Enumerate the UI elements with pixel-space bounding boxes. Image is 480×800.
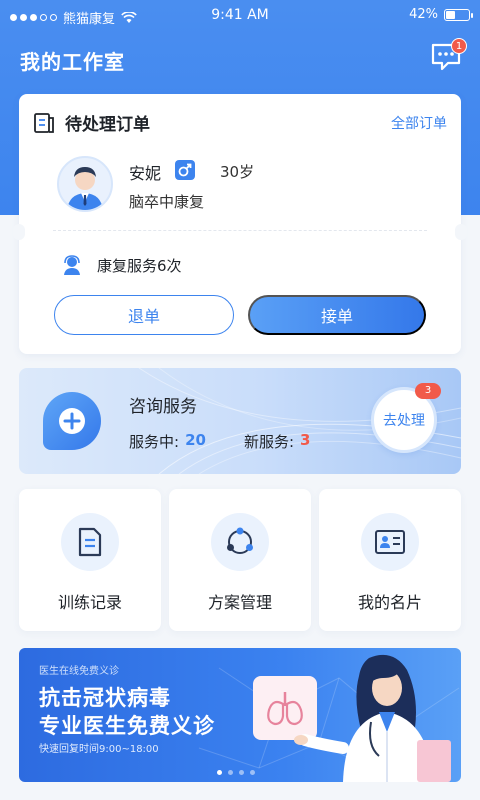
tile-label: 训练记录 [57,593,122,612]
in-service-label: 服务中: [129,433,180,451]
status-bar: 熊猫康复 9:41 AM 42% [0,0,480,34]
new-service-count: 3 [300,431,311,449]
service-agent-icon [64,255,80,275]
pager-dot[interactable] [239,770,244,775]
order-card-title: 待处理订单 [65,115,150,135]
tile-label: 我的名片 [357,593,422,612]
service-count: 康复服务6次 [97,256,182,275]
order-list-icon [34,112,54,133]
doctor-illustration [294,654,451,782]
battery-percent: 42% [409,7,438,22]
tile-training-records[interactable]: 训练记录 [19,489,161,631]
all-orders-link[interactable]: 全部订单 [391,113,447,133]
consult-service-card[interactable]: 咨询服务 服务中: 20 新服务: 3 去处理 3 [19,368,461,474]
banner-headline-2: 专业医生免费义诊 [39,714,215,738]
patient-condition: 脑卒中康复 [129,193,205,211]
consult-plus-icon [43,392,101,450]
card-notch-left [13,224,25,240]
message-badge: 1 [451,38,467,54]
banner-pager [217,770,255,775]
card-divider [53,230,427,231]
tile-my-card[interactable]: 我的名片 [319,489,461,631]
pager-dot[interactable] [217,770,222,775]
process-badge: 3 [415,383,441,399]
status-time: 9:41 AM [211,7,269,23]
id-card-icon [361,513,419,571]
refund-button[interactable]: 退单 [54,295,234,335]
pager-dot[interactable] [228,770,233,775]
document-icon [61,513,119,571]
battery-icon [444,8,473,21]
banner-small-text: 医生在线免费义诊 [39,666,119,677]
in-service-count: 20 [185,431,206,449]
service-row: 康复服务6次 [61,254,182,276]
battery-fill [446,10,455,19]
banner-headline-1: 抗击冠状病毒 [39,686,171,710]
patient-age: 30岁 [220,163,255,181]
tile-label: 方案管理 [207,593,272,612]
new-service-label: 新服务: [243,433,294,451]
tile-plan-management[interactable]: 方案管理 [169,489,311,631]
consult-stats: 服务中: 20 新服务: 3 [129,431,310,452]
patient-avatar [57,156,113,212]
banner-sub-text: 快速回复时间9:00~18:00 [39,744,159,755]
page-title: 我的工作室 [20,50,125,74]
patient-name: 安妮 [129,164,162,183]
pager-dot[interactable] [250,770,255,775]
order-card-header: 待处理订单 [33,110,150,135]
pending-order-card: 待处理订单 全部订单 安妮 30岁 脑卒中康复 康复服务6次 退单 接单 [13,94,467,354]
consult-title: 咨询服务 [129,397,197,417]
male-gender-icon [175,160,195,180]
card-notch-right [455,224,467,240]
messages-button[interactable]: 1 [430,38,467,72]
promo-banner[interactable]: 医生在线免费义诊 抗击冠状病毒 专业医生免费义诊 快速回复时间9:00~18:0… [19,648,461,782]
share-network-icon [211,513,269,571]
accept-order-button[interactable]: 接单 [248,295,426,335]
status-right: 42% [409,7,473,22]
